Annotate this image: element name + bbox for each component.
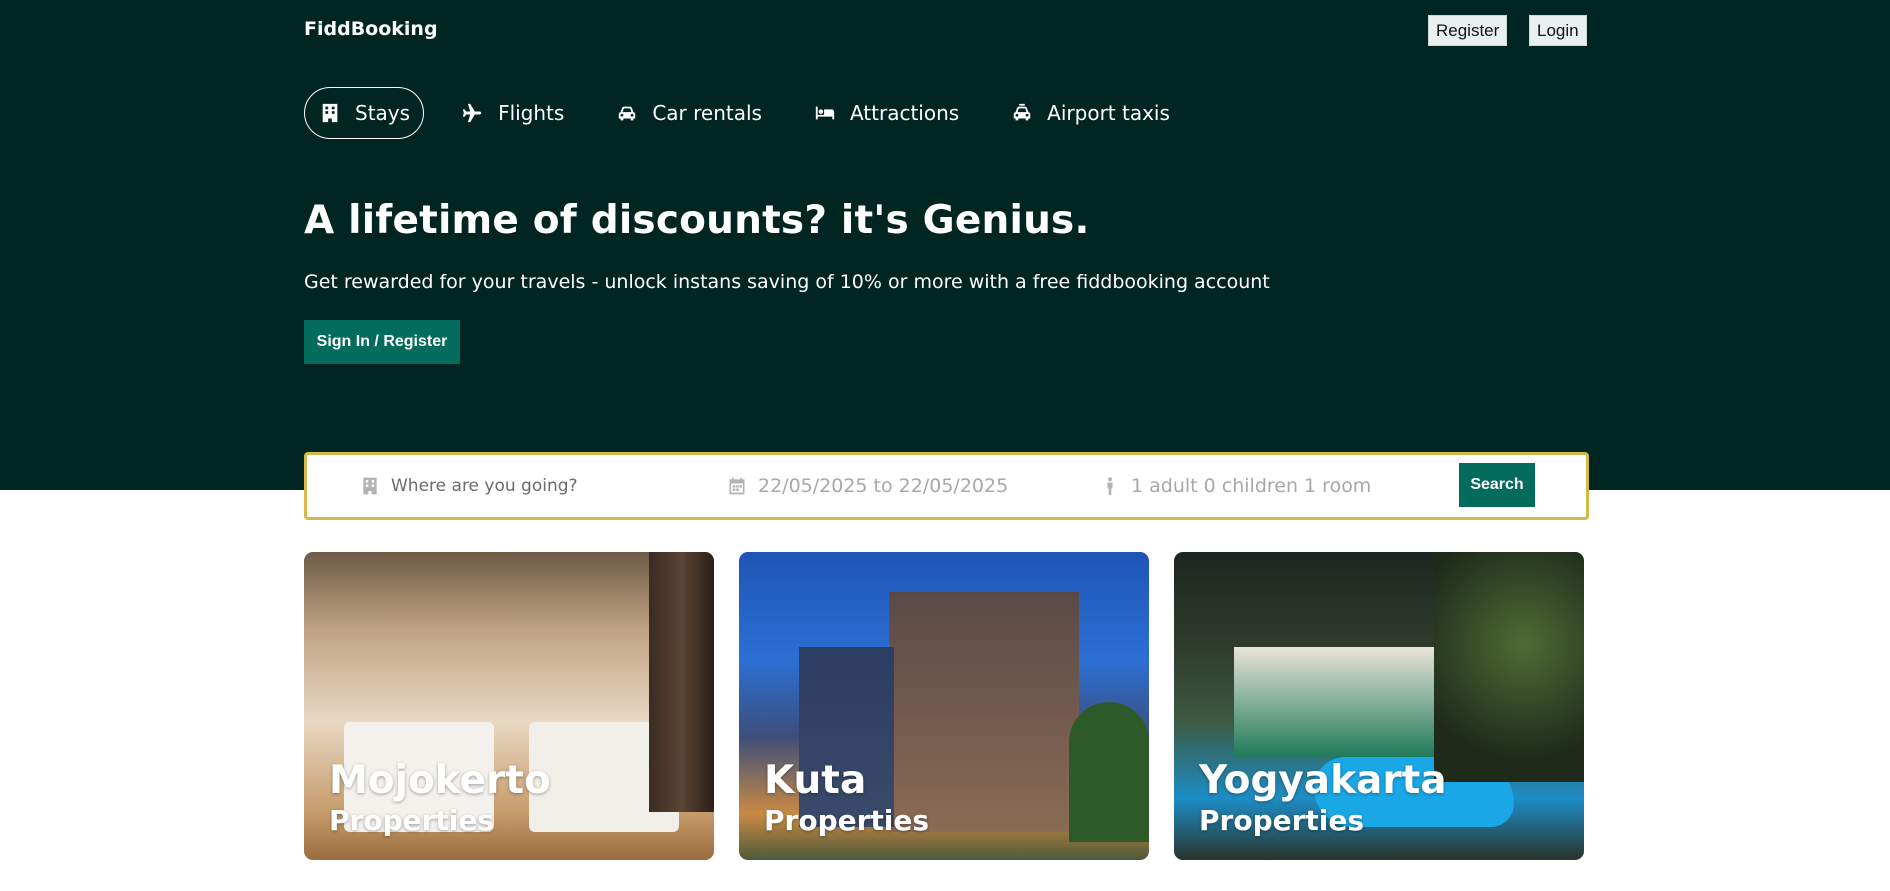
category-nav: Stays Flights Car rentals Attractions Ai…: [304, 87, 1207, 139]
car-icon: [615, 101, 639, 125]
card-title: Yogyakarta: [1199, 758, 1447, 803]
nav-item-label: Airport taxis: [1047, 101, 1170, 125]
search-bar: 22/05/2025 to 22/05/2025 1 adult 0 child…: [304, 452, 1589, 520]
taxi-icon: [1010, 101, 1034, 125]
tree-illustration: [1434, 552, 1584, 782]
card-subtitle: Properties: [764, 804, 930, 837]
tree-illustration: [1069, 702, 1149, 842]
calendar-icon: [726, 475, 748, 497]
guests-field[interactable]: 1 adult 0 children 1 room: [1099, 455, 1371, 517]
curtain-illustration: [649, 552, 714, 812]
register-button[interactable]: Register: [1428, 15, 1508, 46]
hero-subtitle: Get rewarded for your travels - unlock i…: [304, 271, 1270, 293]
bed-icon: [813, 101, 837, 125]
nav-item-car-rentals[interactable]: Car rentals: [601, 87, 776, 139]
sign-in-register-button[interactable]: Sign In / Register: [304, 320, 460, 364]
nav-item-stays[interactable]: Stays: [304, 87, 425, 139]
destination-input[interactable]: [391, 476, 691, 496]
date-range-field[interactable]: 22/05/2025 to 22/05/2025: [726, 455, 1008, 517]
nav-item-airport-taxis[interactable]: Airport taxis: [996, 87, 1184, 139]
card-title: Mojokerto: [329, 758, 551, 803]
nav-item-attractions[interactable]: Attractions: [799, 87, 973, 139]
destination-field[interactable]: [359, 455, 699, 517]
destination-card-yogyakarta[interactable]: Yogyakarta Properties: [1174, 552, 1584, 860]
building-icon: [318, 101, 342, 125]
brand-logo[interactable]: FiddBooking: [304, 18, 438, 40]
destination-card-kuta[interactable]: Kuta Properties: [739, 552, 1149, 860]
card-subtitle: Properties: [329, 804, 495, 837]
nav-item-label: Attractions: [849, 101, 960, 125]
card-subtitle: Properties: [1199, 804, 1365, 837]
search-button[interactable]: Search: [1459, 463, 1535, 507]
card-title: Kuta: [764, 758, 867, 803]
person-icon: [1099, 475, 1121, 497]
hotel-building-illustration: [889, 592, 1079, 832]
hero-headline: A lifetime of discounts? it's Genius.: [304, 198, 1090, 243]
nav-item-label: Car rentals: [652, 101, 762, 125]
nav-item-label: Stays: [355, 101, 411, 125]
nav-item-flights[interactable]: Flights: [447, 87, 578, 139]
nav-item-label: Flights: [498, 101, 565, 125]
destination-card-mojokerto[interactable]: Mojokerto Properties: [304, 552, 714, 860]
login-button[interactable]: Login: [1529, 15, 1587, 46]
hero-banner: [0, 0, 1890, 490]
guests-text: 1 adult 0 children 1 room: [1131, 475, 1372, 497]
plane-icon: [461, 101, 485, 125]
date-range-text: 22/05/2025 to 22/05/2025: [758, 475, 1009, 497]
building-icon: [359, 475, 381, 497]
